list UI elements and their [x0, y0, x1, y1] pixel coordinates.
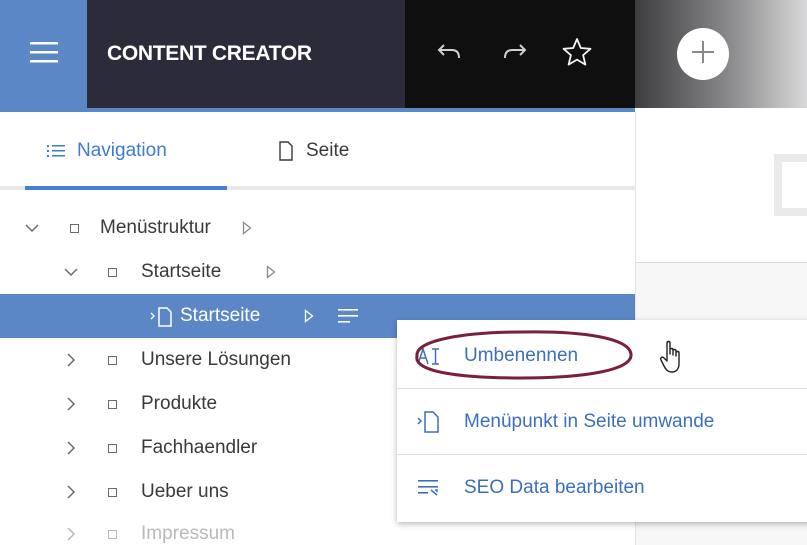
menu-item-convert-to-page[interactable]: Menüpunkt in Seite umwande — [397, 390, 807, 454]
convert-to-page-icon — [417, 410, 441, 434]
chevron-right-icon[interactable] — [63, 526, 79, 542]
tree-item-label: Startseite — [180, 305, 261, 326]
page-icon — [278, 141, 294, 161]
menu-button[interactable] — [0, 0, 87, 108]
triangle-right-icon[interactable] — [242, 221, 256, 235]
page-link-icon — [150, 307, 176, 333]
hamburger-icon — [29, 40, 58, 69]
tab-bar: Navigation Seite — [0, 112, 635, 190]
redo-icon — [502, 41, 528, 68]
add-button[interactable] — [677, 28, 729, 80]
menu-divider — [397, 454, 807, 455]
undo-button[interactable] — [429, 34, 469, 74]
menu-item-seo-data[interactable]: SEO Data bearbeiten — [397, 456, 807, 520]
tree-item-label: Unsere Lösungen — [141, 349, 291, 370]
top-bar: CONTENT CREATOR — [0, 0, 807, 108]
star-icon — [562, 37, 592, 72]
chevron-down-icon[interactable] — [24, 220, 40, 236]
tree-item-menuestruktur[interactable]: Menüstruktur — [0, 206, 635, 250]
menu-item-label: SEO Data bearbeiten — [464, 477, 645, 498]
tree-item-label: Impressum — [141, 523, 235, 544]
chevron-right-icon[interactable] — [63, 484, 79, 500]
tree-item-label: Ueber uns — [141, 481, 229, 502]
tree-item-label: Menüstruktur — [100, 217, 211, 238]
undo-icon — [436, 41, 462, 68]
chevron-right-icon[interactable] — [63, 396, 79, 412]
list-icon — [47, 143, 65, 159]
rename-icon — [417, 344, 441, 368]
menu-item-label: Menüpunkt in Seite umwande — [464, 411, 715, 432]
chevron-down-icon[interactable] — [63, 264, 79, 280]
tab-navigation[interactable]: Navigation — [25, 112, 227, 190]
active-tab-indicator — [25, 186, 227, 190]
menu-node-icon — [108, 399, 117, 409]
tree-item-startseite[interactable]: Startseite — [0, 250, 635, 294]
title-area: CONTENT CREATOR — [87, 0, 405, 108]
tree-item-label: Fachhaendler — [141, 437, 258, 458]
redo-button[interactable] — [495, 34, 535, 74]
plus-icon — [691, 40, 715, 69]
triangle-right-icon[interactable] — [266, 265, 280, 279]
context-menu: Umbenennen Menüpunkt in Seite umwande SE… — [397, 320, 807, 522]
favorite-button[interactable] — [557, 34, 597, 74]
tab-seite[interactable]: Seite — [278, 112, 349, 190]
seo-icon — [417, 476, 441, 500]
more-options-icon[interactable] — [338, 308, 358, 330]
tab-seite-label: Seite — [306, 140, 350, 161]
menu-item-rename[interactable]: Umbenennen — [397, 324, 807, 388]
menu-node-icon — [108, 443, 117, 453]
tree-item-label: Produkte — [141, 393, 218, 414]
menu-divider — [397, 388, 807, 389]
menu-node-icon — [108, 355, 117, 365]
menu-node-icon — [70, 223, 79, 233]
tree-item-label: Startseite — [141, 261, 222, 282]
triangle-right-icon[interactable] — [304, 309, 318, 323]
chevron-right-icon[interactable] — [63, 352, 79, 368]
menu-item-label: Umbenennen — [464, 345, 579, 366]
menu-node-icon — [108, 529, 117, 539]
tab-navigation-label: Navigation — [77, 140, 167, 161]
menu-node-icon — [108, 267, 117, 277]
app-title: CONTENT CREATOR — [107, 42, 312, 65]
preview-logo-fragment — [774, 154, 807, 216]
toolbar — [405, 0, 635, 108]
chevron-right-icon[interactable] — [63, 440, 79, 456]
menu-node-icon — [108, 487, 117, 497]
toolbar-right — [635, 0, 807, 108]
